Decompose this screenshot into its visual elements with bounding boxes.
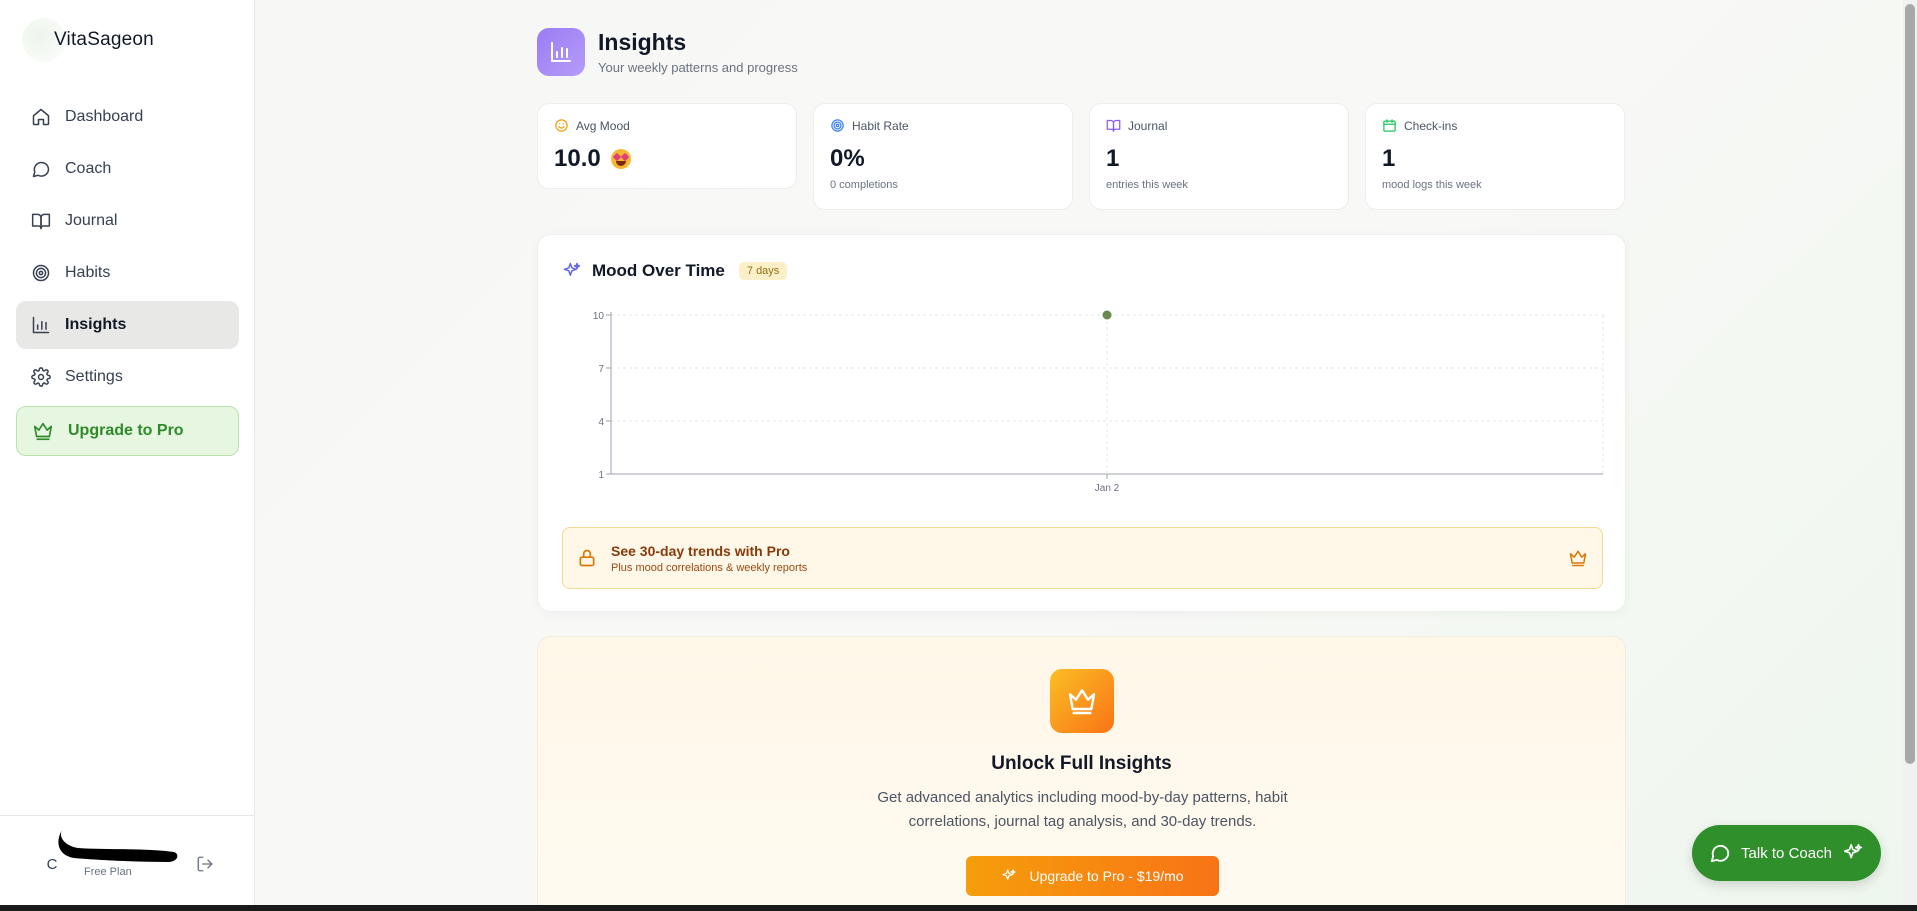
target-icon [32,264,50,282]
stat-value: 10.0 [554,145,601,172]
logout-icon[interactable] [196,855,214,873]
x-tick-label: Jan 2 [1095,483,1120,494]
bar-chart-icon [32,316,50,334]
y-tick-label: 7 [598,364,604,375]
y-tick-label: 1 [598,470,604,481]
page-subtitle: Your weekly patterns and progress [598,60,798,75]
target-icon [831,119,844,132]
talk-to-coach-button[interactable]: Talk to Coach [1692,825,1881,881]
calendar-icon [1383,119,1396,132]
home-icon [32,108,50,126]
scrollbar-thumb[interactable] [1905,4,1915,764]
stat-card-avg-mood: Avg Mood 10.0 [537,103,797,189]
upgrade-label: Upgrade to Pro [68,422,184,439]
page-header: Insights Your weekly patterns and progre… [537,28,798,76]
sidebar-item-coach[interactable]: Coach [16,145,239,193]
unlock-title: Unlock Full Insights [991,753,1172,774]
y-tick-label: 10 [593,311,605,322]
pro-banner-subtitle: Plus mood correlations & weekly reports [611,561,808,574]
stat-label: Journal [1128,118,1168,133]
sidebar: VitaSageon Dashboard Coach Journal Habit… [0,0,255,905]
sidebar-item-label: Journal [65,212,118,229]
crown-icon [1569,550,1587,567]
brand-name: VitaSageon [54,29,154,50]
upgrade-pro-button[interactable]: Upgrade to Pro - $19/mo [966,856,1219,896]
plan-label: Free Plan [84,866,132,878]
lock-icon [579,549,595,567]
sidebar-item-journal[interactable]: Journal [16,197,239,245]
pro-banner-title: See 30-day trends with Pro [611,542,790,559]
stat-value: 0% [830,145,865,172]
crown-icon [33,422,53,441]
sparkles-icon [1843,843,1863,859]
stats-row: Avg Mood 10.0 Habit Rate 0% 0 completion… [537,103,1625,210]
page-title: Insights [598,29,687,55]
stat-sub: mood logs this week [1382,179,1482,191]
brand[interactable]: VitaSageon [22,18,154,62]
mood-chart: 1 4 7 10 Jan 2 [593,310,1604,494]
stat-sub: entries this week [1106,179,1188,191]
insights-header-icon [537,28,585,76]
mood-over-time-card: Mood Over Time 7 days 1 4 7 10 Jan 2 See 30-… [537,234,1626,612]
chat-bubble-icon [1710,844,1730,863]
stat-value: 1 [1106,145,1120,172]
stat-sub: 0 completions [830,179,898,191]
upgrade-to-pro-sidebar-button[interactable]: Upgrade to Pro [16,406,239,456]
stat-card-habit-rate: Habit Rate 0% 0 completions [813,103,1073,210]
stat-label: Habit Rate [852,118,909,133]
sidebar-item-settings[interactable]: Settings [16,353,239,401]
unlock-description: Get advanced analytics including mood-by… [877,789,1288,830]
stat-card-journal: Journal 1 entries this week [1089,103,1349,210]
main-content: Insights Your weekly patterns and progre… [255,0,1917,905]
star-struck-emoji-icon [610,149,631,169]
sidebar-item-label: Insights [65,316,127,333]
pro-trends-banner[interactable]: See 30-day trends with Pro Plus mood cor… [562,527,1603,589]
stat-label: Avg Mood [576,118,630,133]
redacted-username [58,830,178,862]
book-open-icon [1106,119,1121,132]
crown-icon [1068,689,1096,715]
unlock-insights-card: Unlock Full Insights Get advanced analyt… [537,636,1626,905]
chat-bubble-icon [32,161,50,178]
upgrade-pro-label: Upgrade to Pro - $19/mo [1029,868,1184,884]
smile-icon [555,119,568,132]
sidebar-item-label: Coach [65,160,112,177]
bar-chart-icon [551,42,571,62]
talk-to-coach-label: Talk to Coach [1741,844,1832,862]
scrollbar-track[interactable] [1903,0,1917,905]
gear-icon [31,367,51,387]
unlock-crown-badge [1050,669,1114,733]
sidebar-nav: Dashboard Coach Journal Habits Insights … [16,93,239,405]
stat-value: 1 [1382,145,1396,172]
sidebar-item-dashboard[interactable]: Dashboard [16,93,239,141]
mood-data-point [1102,310,1112,320]
book-open-icon [31,213,51,230]
sidebar-item-habits[interactable]: Habits [16,249,239,297]
sparkles-icon [1002,869,1017,880]
stat-label: Check-ins [1404,118,1458,133]
sidebar-item-label: Settings [65,368,123,385]
user-footer: C Free Plan [0,815,254,905]
y-tick-label: 4 [598,417,604,428]
sidebar-item-insights[interactable]: Insights [16,301,239,349]
taskbar-edge [0,905,1917,911]
sidebar-item-label: Dashboard [65,108,144,125]
stat-card-check-ins: Check-ins 1 mood logs this week [1365,103,1625,210]
sidebar-item-label: Habits [65,264,111,281]
